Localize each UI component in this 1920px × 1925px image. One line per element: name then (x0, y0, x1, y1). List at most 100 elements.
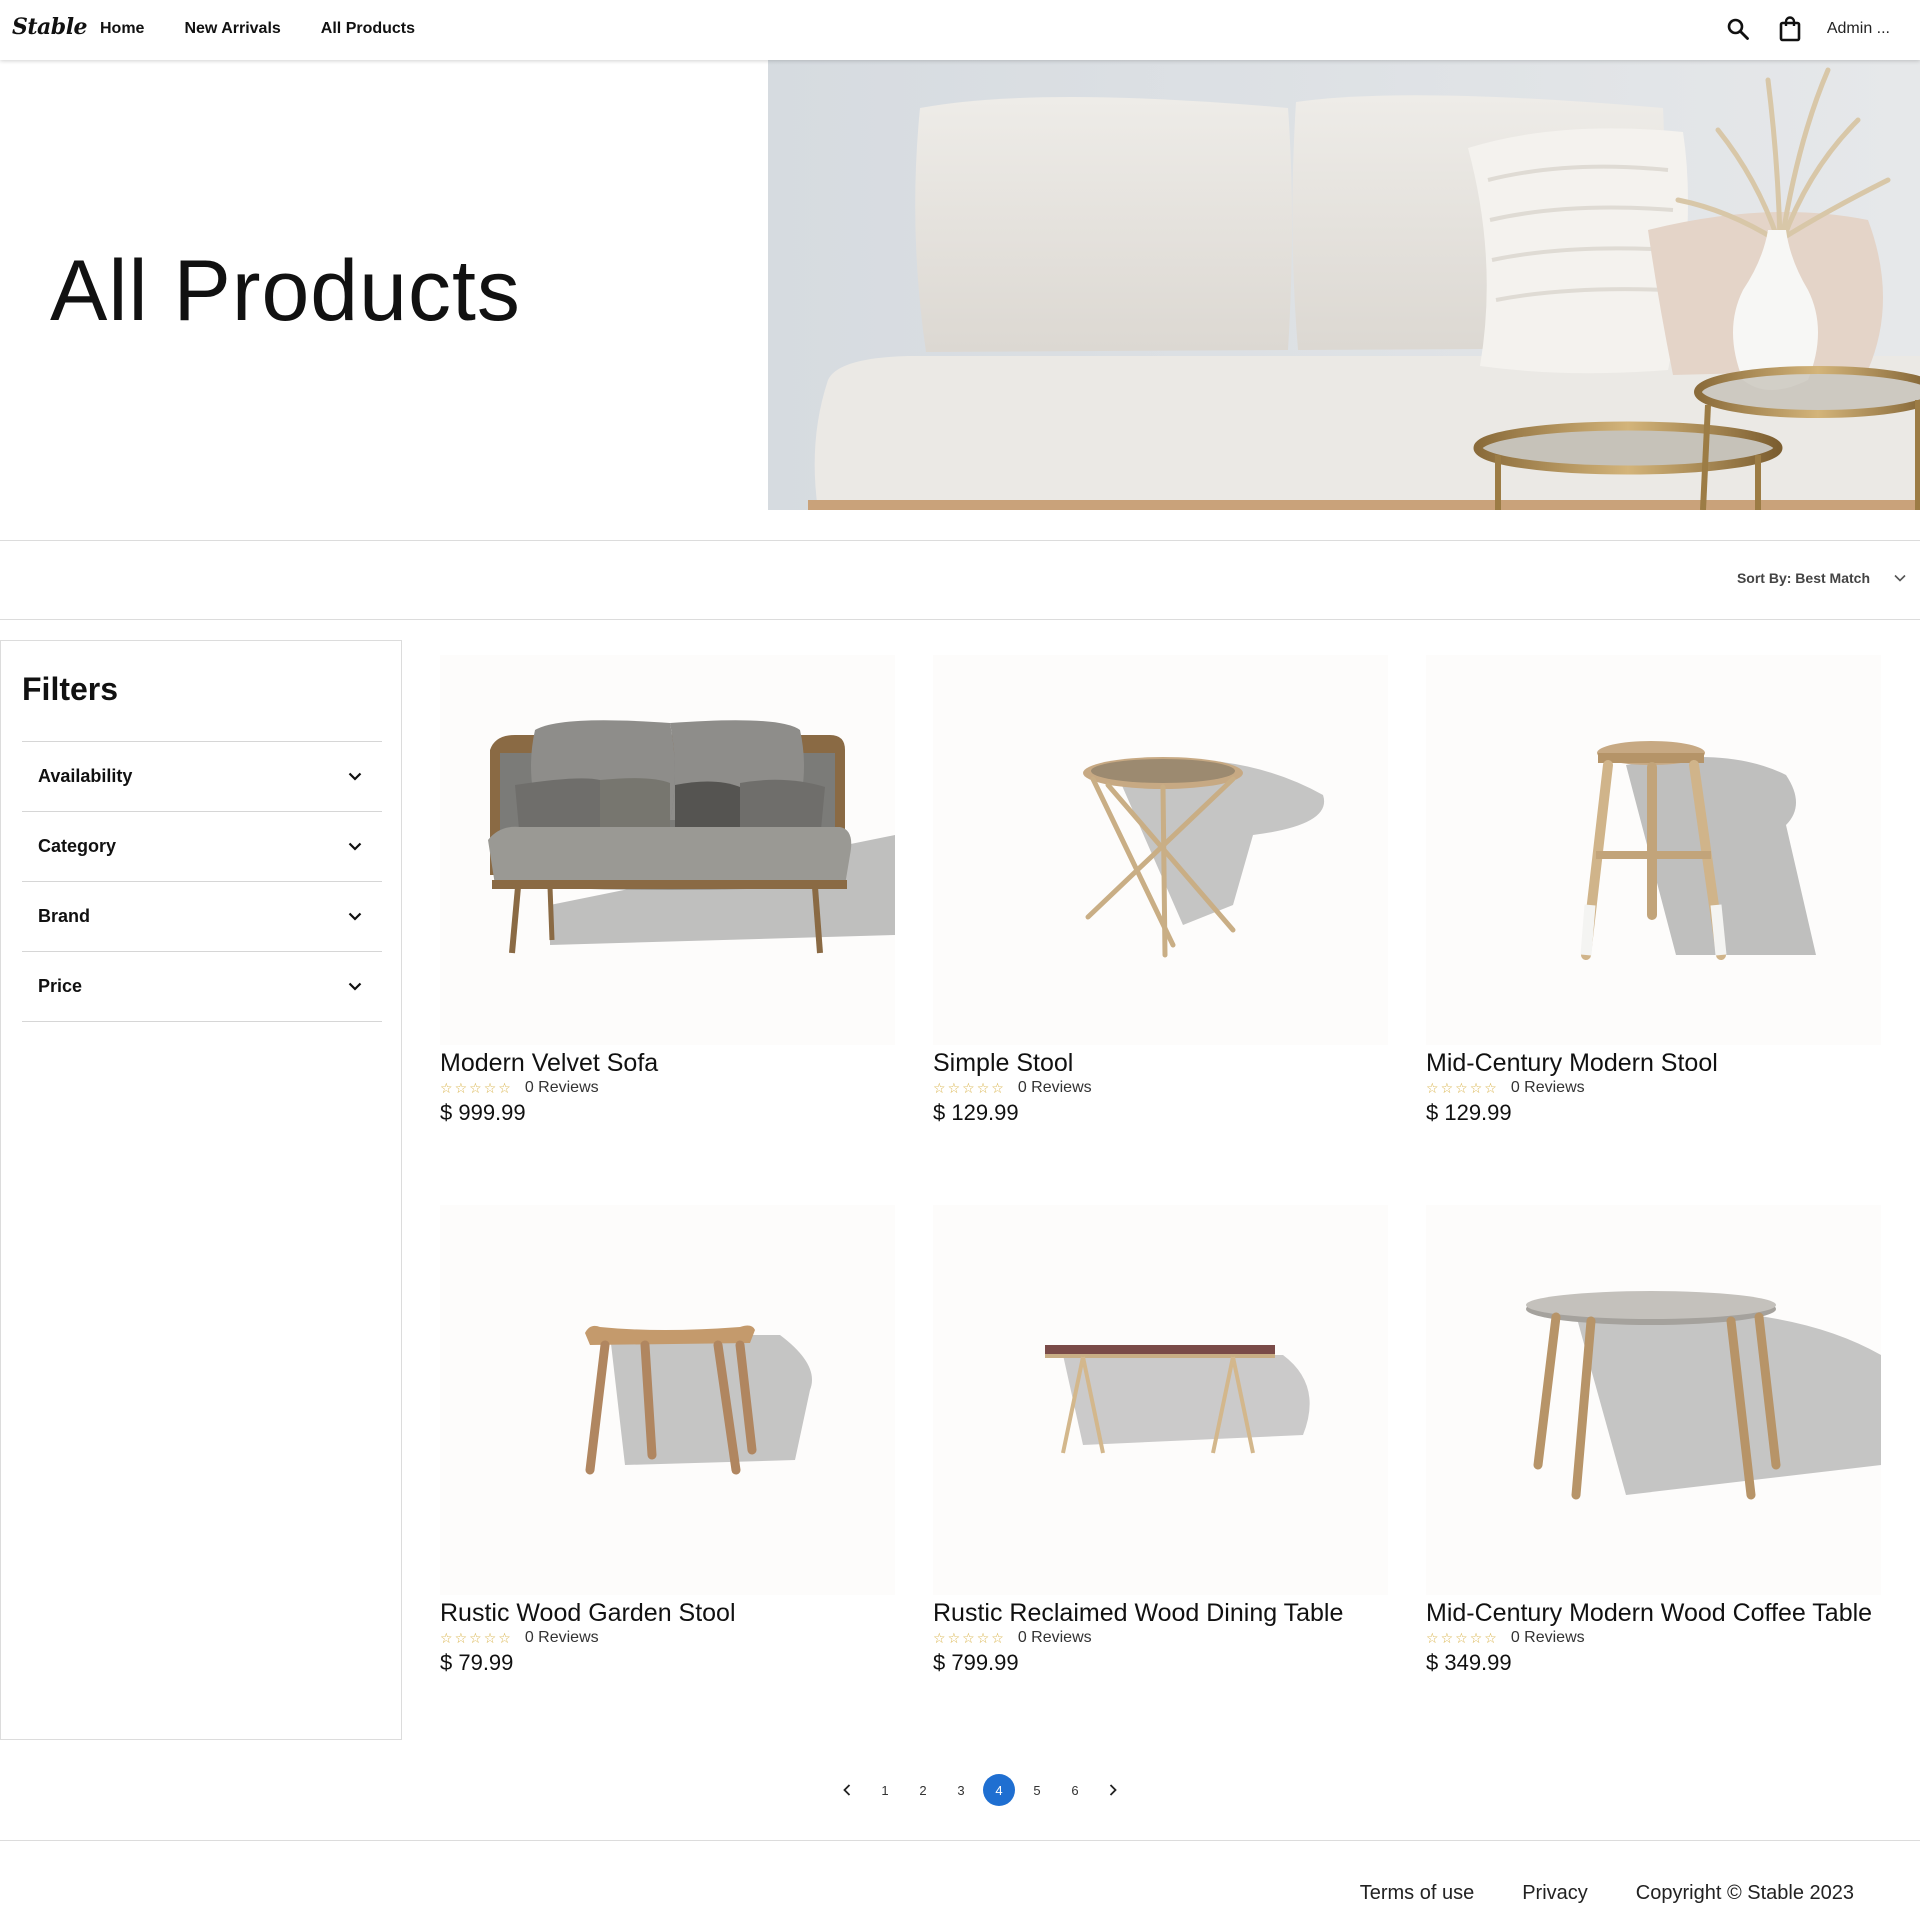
star-rating: ☆ ☆ ☆ ☆ ☆ (1426, 1081, 1497, 1095)
product-name[interactable]: Rustic Wood Garden Stool (440, 1599, 895, 1628)
product-card[interactable]: Mid-Century Modern Stool ☆ ☆ ☆ ☆ ☆ 0 Reviews… (1426, 655, 1881, 1126)
page-button-5[interactable]: 5 (1021, 1774, 1053, 1806)
review-count: 0 Reviews (524, 1079, 599, 1096)
chevron-down-icon (1894, 574, 1906, 582)
nav-all-products-link[interactable]: All Products (321, 20, 415, 38)
page-button-6[interactable]: 6 (1059, 1774, 1091, 1806)
terms-link[interactable]: Terms of use (1360, 1882, 1474, 1905)
product-rating: ☆ ☆ ☆ ☆ ☆ 0 Reviews (1426, 1629, 1881, 1647)
nav-home-link[interactable]: Home (100, 20, 144, 38)
product-rating: ☆ ☆ ☆ ☆ ☆ 0 Reviews (933, 1629, 1388, 1647)
chevron-down-icon (348, 842, 362, 851)
pagination: 1 2 3 4 5 6 (0, 1774, 1920, 1806)
product-card[interactable]: Modern Velvet Sofa ☆ ☆ ☆ ☆ ☆ 0 Reviews $ 999… (440, 655, 895, 1126)
page-button-3[interactable]: 3 (945, 1774, 977, 1806)
star-icon: ☆ (440, 1630, 453, 1646)
star-icon: ☆ (1484, 1080, 1497, 1096)
review-count: 0 Reviews (524, 1629, 599, 1646)
product-image[interactable] (440, 1205, 895, 1595)
filters-title: Filters (22, 671, 119, 707)
search-button[interactable] (1723, 14, 1753, 44)
star-icon: ☆ (1469, 1080, 1483, 1096)
review-count: 0 Reviews (1510, 1629, 1585, 1646)
star-icon: ☆ (1440, 1080, 1454, 1096)
footer: Terms of use Privacy Copyright © Stable … (0, 1840, 1920, 1925)
product-image[interactable] (1426, 655, 1881, 1045)
product-price: $ 129.99 (1426, 1100, 1512, 1125)
product-price: $ 799.99 (933, 1650, 1019, 1675)
product-name[interactable]: Simple Stool (933, 1049, 1388, 1078)
chevron-down-icon (348, 772, 362, 781)
main-nav: Home New Arrivals All Products (100, 20, 415, 38)
user-menu[interactable]: Admin ... (1827, 20, 1890, 38)
divider (0, 540, 1920, 541)
star-icon: ☆ (991, 1630, 1004, 1646)
product-name[interactable]: Mid-Century Modern Wood Coffee Table (1426, 1599, 1881, 1628)
star-icon: ☆ (991, 1080, 1004, 1096)
filter-price[interactable]: Price (22, 952, 382, 1022)
product-name[interactable]: Mid-Century Modern Stool (1426, 1049, 1881, 1078)
product-card[interactable]: Simple Stool ☆ ☆ ☆ ☆ ☆ 0 Reviews $ 129.99 (933, 655, 1388, 1126)
filter-label: Availability (38, 766, 133, 786)
page-button-1[interactable]: 1 (869, 1774, 901, 1806)
product-name[interactable]: Modern Velvet Sofa (440, 1049, 895, 1078)
chevron-left-icon (843, 1784, 851, 1796)
product-price: $ 349.99 (1426, 1650, 1512, 1675)
filter-label: Category (38, 836, 117, 856)
product-card[interactable]: Rustic Reclaimed Wood Dining Table ☆ ☆ ☆ ☆ ☆… (933, 1205, 1388, 1676)
cart-button[interactable] (1775, 14, 1805, 44)
filter-availability[interactable]: Availability (22, 742, 382, 812)
filter-category[interactable]: Category (22, 812, 382, 882)
star-icon: ☆ (933, 1630, 946, 1646)
product-rating: ☆ ☆ ☆ ☆ ☆ 0 Reviews (440, 1629, 895, 1647)
footer-links: Terms of use Privacy Copyright © Stable … (1360, 1882, 1854, 1905)
sort-label: Sort By: Best Match (1736, 570, 1870, 586)
star-icon: ☆ (933, 1080, 946, 1096)
logo[interactable]: Stable (12, 14, 88, 40)
filters-panel: Filters Availability Category Brand Pric… (0, 640, 402, 1740)
review-count: 0 Reviews (1017, 1629, 1092, 1646)
star-icon: ☆ (976, 1630, 990, 1646)
star-icon: ☆ (483, 1630, 497, 1646)
product-image[interactable] (933, 1205, 1388, 1595)
star-icon: ☆ (469, 1630, 482, 1646)
review-count: 0 Reviews (1510, 1079, 1585, 1096)
star-icon: ☆ (1455, 1630, 1468, 1646)
product-image[interactable] (933, 655, 1388, 1045)
privacy-link[interactable]: Privacy (1522, 1882, 1588, 1905)
page-button-2[interactable]: 2 (907, 1774, 939, 1806)
product-image[interactable] (1426, 1205, 1881, 1595)
star-rating: ☆ ☆ ☆ ☆ ☆ (440, 1081, 511, 1095)
sort-dropdown[interactable]: Sort By: Best Match (1737, 570, 1906, 586)
star-rating: ☆ ☆ ☆ ☆ ☆ (933, 1081, 1004, 1095)
divider (0, 619, 1920, 620)
star-icon: ☆ (1426, 1630, 1439, 1646)
product-price: $ 129.99 (933, 1100, 1019, 1125)
product-price: $ 999.99 (440, 1100, 526, 1125)
star-icon: ☆ (483, 1080, 497, 1096)
star-icon: ☆ (976, 1080, 990, 1096)
product-image[interactable] (440, 655, 895, 1045)
star-icon: ☆ (1440, 1630, 1454, 1646)
prev-page-button[interactable] (831, 1774, 863, 1806)
next-page-button[interactable] (1097, 1774, 1129, 1806)
product-name[interactable]: Rustic Reclaimed Wood Dining Table (933, 1599, 1388, 1628)
hero-image (768, 60, 1920, 510)
top-navbar: Stable Home New Arrivals All Products Ad… (0, 0, 1920, 60)
pagination-controls: 1 2 3 4 5 6 (831, 1774, 1129, 1806)
star-icon: ☆ (962, 1080, 975, 1096)
chevron-right-icon (1109, 1784, 1117, 1796)
star-icon: ☆ (1426, 1080, 1439, 1096)
filter-list: Availability Category Brand Price (22, 741, 382, 1022)
header-actions: Admin ... (1723, 14, 1890, 44)
nav-new-arrivals-link[interactable]: New Arrivals (184, 20, 280, 38)
page-button-4-current[interactable]: 4 (983, 1774, 1015, 1806)
filter-brand[interactable]: Brand (22, 882, 382, 952)
hero-banner: All Products (0, 60, 1920, 510)
copyright-text: Copyright © Stable 2023 (1635, 1882, 1854, 1904)
product-card[interactable]: Rustic Wood Garden Stool ☆ ☆ ☆ ☆ ☆ 0 Reviews… (440, 1205, 895, 1676)
product-card[interactable]: Mid-Century Modern Wood Coffee Table ☆ ☆ ☆… (1426, 1205, 1881, 1676)
star-icon: ☆ (498, 1630, 511, 1646)
star-icon: ☆ (962, 1630, 975, 1646)
chevron-down-icon (348, 982, 362, 991)
